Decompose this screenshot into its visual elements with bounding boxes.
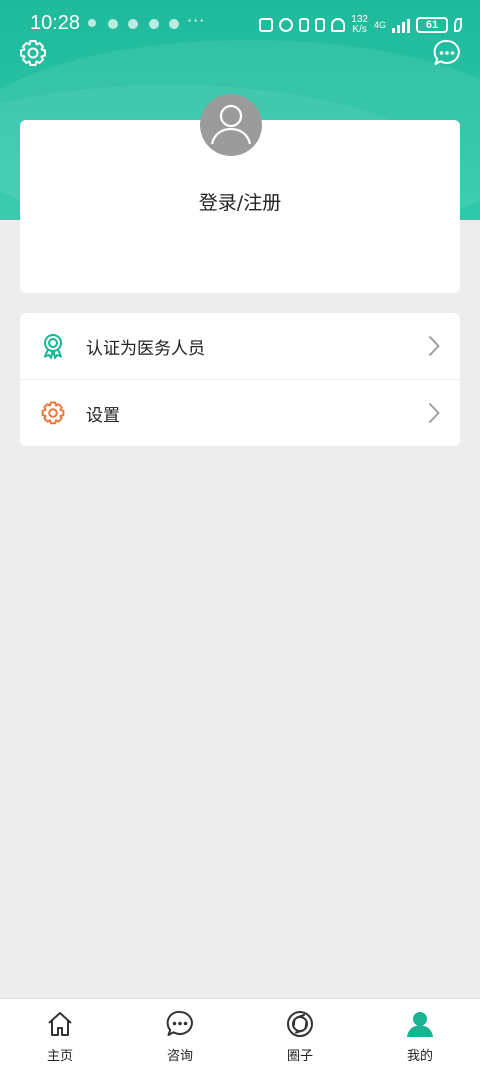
circle-aperture-icon: [287, 1011, 313, 1037]
bluetooth-icon: [299, 18, 310, 32]
signal-icon: [392, 17, 410, 33]
net-speed-unit: K/s: [352, 24, 367, 35]
vibrate-icon: [315, 18, 326, 32]
nfc-icon: [259, 18, 274, 32]
alarm-icon: [279, 18, 294, 32]
avatar[interactable]: [200, 94, 262, 156]
person-icon: [407, 1012, 433, 1037]
status-icons: 132 K/s 4G 61: [259, 15, 462, 35]
menu-item-label: 认证为医务人员: [86, 338, 205, 359]
notification-icon: [128, 19, 138, 29]
status-bar: 10:28 ··· 132 K/s 4G 61: [0, 0, 480, 50]
gear-icon: [41, 401, 65, 425]
tab-label: 咨询: [166, 1049, 193, 1064]
tab-mine[interactable]: 我的: [360, 999, 480, 1069]
leaf-icon: [454, 18, 462, 32]
notification-icon: [149, 19, 159, 29]
tab-home[interactable]: 主页: [0, 999, 120, 1069]
notification-icon: [169, 19, 179, 29]
mute-icon: [331, 18, 346, 32]
tab-circle[interactable]: 圈子: [240, 999, 360, 1069]
bottom-tab-bar: 主页 咨询 圈子 我的: [0, 998, 480, 1069]
default-avatar-icon: [210, 104, 252, 145]
message-bubble-icon[interactable]: [432, 38, 462, 68]
settings-gear-icon[interactable]: [18, 38, 48, 68]
tab-consult[interactable]: 咨询: [120, 999, 240, 1069]
tab-label: 圈子: [286, 1049, 313, 1064]
chevron-right-icon: [428, 335, 440, 357]
tab-label: 我的: [406, 1049, 433, 1064]
chat-icon: [166, 1010, 193, 1036]
menu-item-settings[interactable]: 设置: [20, 379, 460, 446]
badge-icon: [44, 334, 62, 359]
more-notifications-icon: ···: [187, 11, 206, 30]
login-register-link[interactable]: 登录/注册: [0, 188, 480, 215]
tab-label: 主页: [46, 1049, 73, 1064]
status-time: 10:28: [30, 12, 81, 34]
network-type: 4G: [373, 20, 386, 30]
home-icon: [48, 1012, 72, 1036]
menu-card: 认证为医务人员 设置: [20, 313, 460, 446]
notification-icon: [108, 19, 118, 29]
battery-icon: 61: [416, 17, 448, 33]
net-speed: 132 K/s: [351, 15, 368, 35]
notification-icon: [88, 19, 96, 27]
menu-item-label: 设置: [86, 405, 120, 426]
menu-item-certify[interactable]: 认证为医务人员: [20, 313, 460, 379]
chevron-right-icon: [428, 402, 440, 424]
